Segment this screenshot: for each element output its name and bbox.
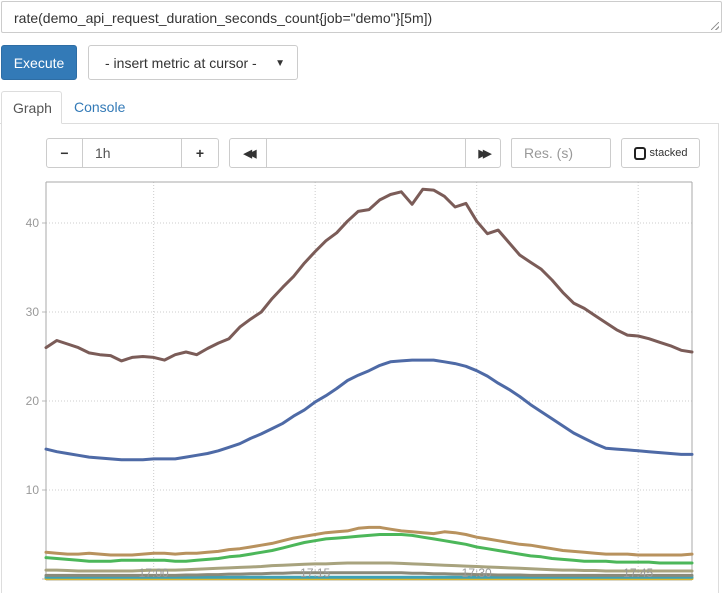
range-input[interactable]: 1h — [82, 138, 182, 168]
y-tick-label: 40 — [26, 216, 40, 230]
y-tick-label: 20 — [26, 394, 40, 408]
tab-graph[interactable]: Graph — [1, 91, 62, 124]
chart-grid — [46, 182, 692, 580]
range-increase-button[interactable]: + — [181, 138, 219, 168]
metric-select-value: - insert metric at cursor - — [105, 54, 257, 71]
end-time-forward-button[interactable]: ▶▶ — [465, 138, 501, 168]
expression-text: rate(demo_api_request_duration_seconds_c… — [14, 10, 433, 26]
x-tick-label: 17:15 — [300, 566, 330, 580]
checkbox-icon — [633, 146, 646, 160]
chart-series — [44, 187, 694, 581]
insert-metric-select[interactable]: - insert metric at cursor - ▼ — [88, 45, 298, 80]
y-tick-label: 10 — [26, 483, 40, 497]
range-value: 1h — [95, 145, 111, 161]
expression-input[interactable]: rate(demo_api_request_duration_seconds_c… — [1, 1, 722, 33]
forward-icon: ▶▶ — [478, 147, 492, 160]
series-green-line — [44, 533, 694, 565]
minus-icon: − — [60, 145, 69, 161]
stacked-label: stacked — [649, 147, 688, 159]
stacked-toggle-button[interactable]: stacked — [621, 138, 700, 168]
resize-handle-icon[interactable] — [711, 22, 719, 30]
series-brown-line — [44, 187, 694, 363]
chart-axes — [42, 181, 693, 581]
x-tick-label: 17:45 — [623, 566, 653, 580]
backward-icon: ◀◀ — [243, 147, 257, 160]
plus-icon: + — [195, 145, 205, 161]
range-decrease-button[interactable]: − — [46, 138, 83, 168]
end-time-input[interactable] — [266, 138, 466, 168]
resolution-placeholder: Res. (s) — [524, 145, 573, 161]
tab-bar: Graph Console — [0, 91, 719, 124]
end-time-back-button[interactable]: ◀◀ — [229, 138, 267, 168]
series-tan-line — [44, 525, 694, 557]
caret-down-icon: ▼ — [275, 58, 285, 69]
chart-ticks: 10 20 30 40 17:00 17:15 17:30 17:45 — [26, 216, 654, 580]
graph-chart[interactable]: 10 20 30 40 17:00 17:15 17:30 17:45 — [0, 178, 727, 585]
tab-console[interactable]: Console — [63, 91, 136, 123]
y-tick-label: 30 — [26, 305, 40, 319]
resolution-input[interactable]: Res. (s) — [511, 138, 611, 168]
series-blue-line — [44, 358, 694, 462]
execute-button[interactable]: Execute — [1, 45, 77, 80]
x-tick-label: 17:00 — [139, 566, 169, 580]
x-tick-label: 17:30 — [462, 566, 492, 580]
